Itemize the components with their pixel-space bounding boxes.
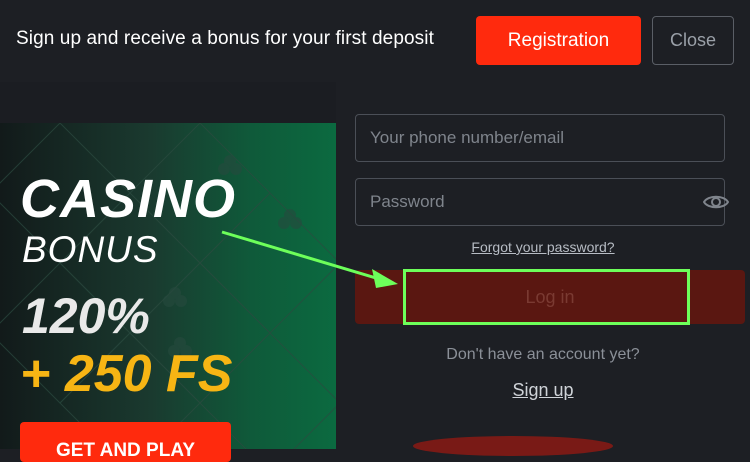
signup-link[interactable]: Sign up xyxy=(512,380,573,400)
registration-button[interactable]: Registration xyxy=(476,16,641,65)
banner-casino-text: CASINO xyxy=(20,169,237,229)
login-highlight-box xyxy=(403,269,690,325)
eye-icon[interactable] xyxy=(703,192,729,212)
decorative-chip xyxy=(413,436,613,456)
top-bar: Sign up and receive a bonus for your fir… xyxy=(0,0,750,82)
banner-percent-text: 120% xyxy=(22,288,150,344)
phone-email-input[interactable] xyxy=(355,114,725,162)
signup-row: Sign up xyxy=(336,380,750,401)
signup-bonus-message: Sign up and receive a bonus for your fir… xyxy=(16,28,434,49)
login-panel: Forgot your password? Log in Don't have … xyxy=(336,82,750,449)
forgot-password-row: Forgot your password? xyxy=(336,239,750,257)
no-account-text: Don't have an account yet? xyxy=(446,346,640,363)
forgot-password-link[interactable]: Forgot your password? xyxy=(471,239,614,255)
get-and-play-button[interactable]: GET AND PLAY xyxy=(20,422,231,462)
banner-free-spins-text: + 250 FS xyxy=(20,345,233,403)
password-input[interactable] xyxy=(355,178,725,226)
banner-bonus-text: BONUS xyxy=(22,229,159,270)
close-button[interactable]: Close xyxy=(652,16,734,65)
